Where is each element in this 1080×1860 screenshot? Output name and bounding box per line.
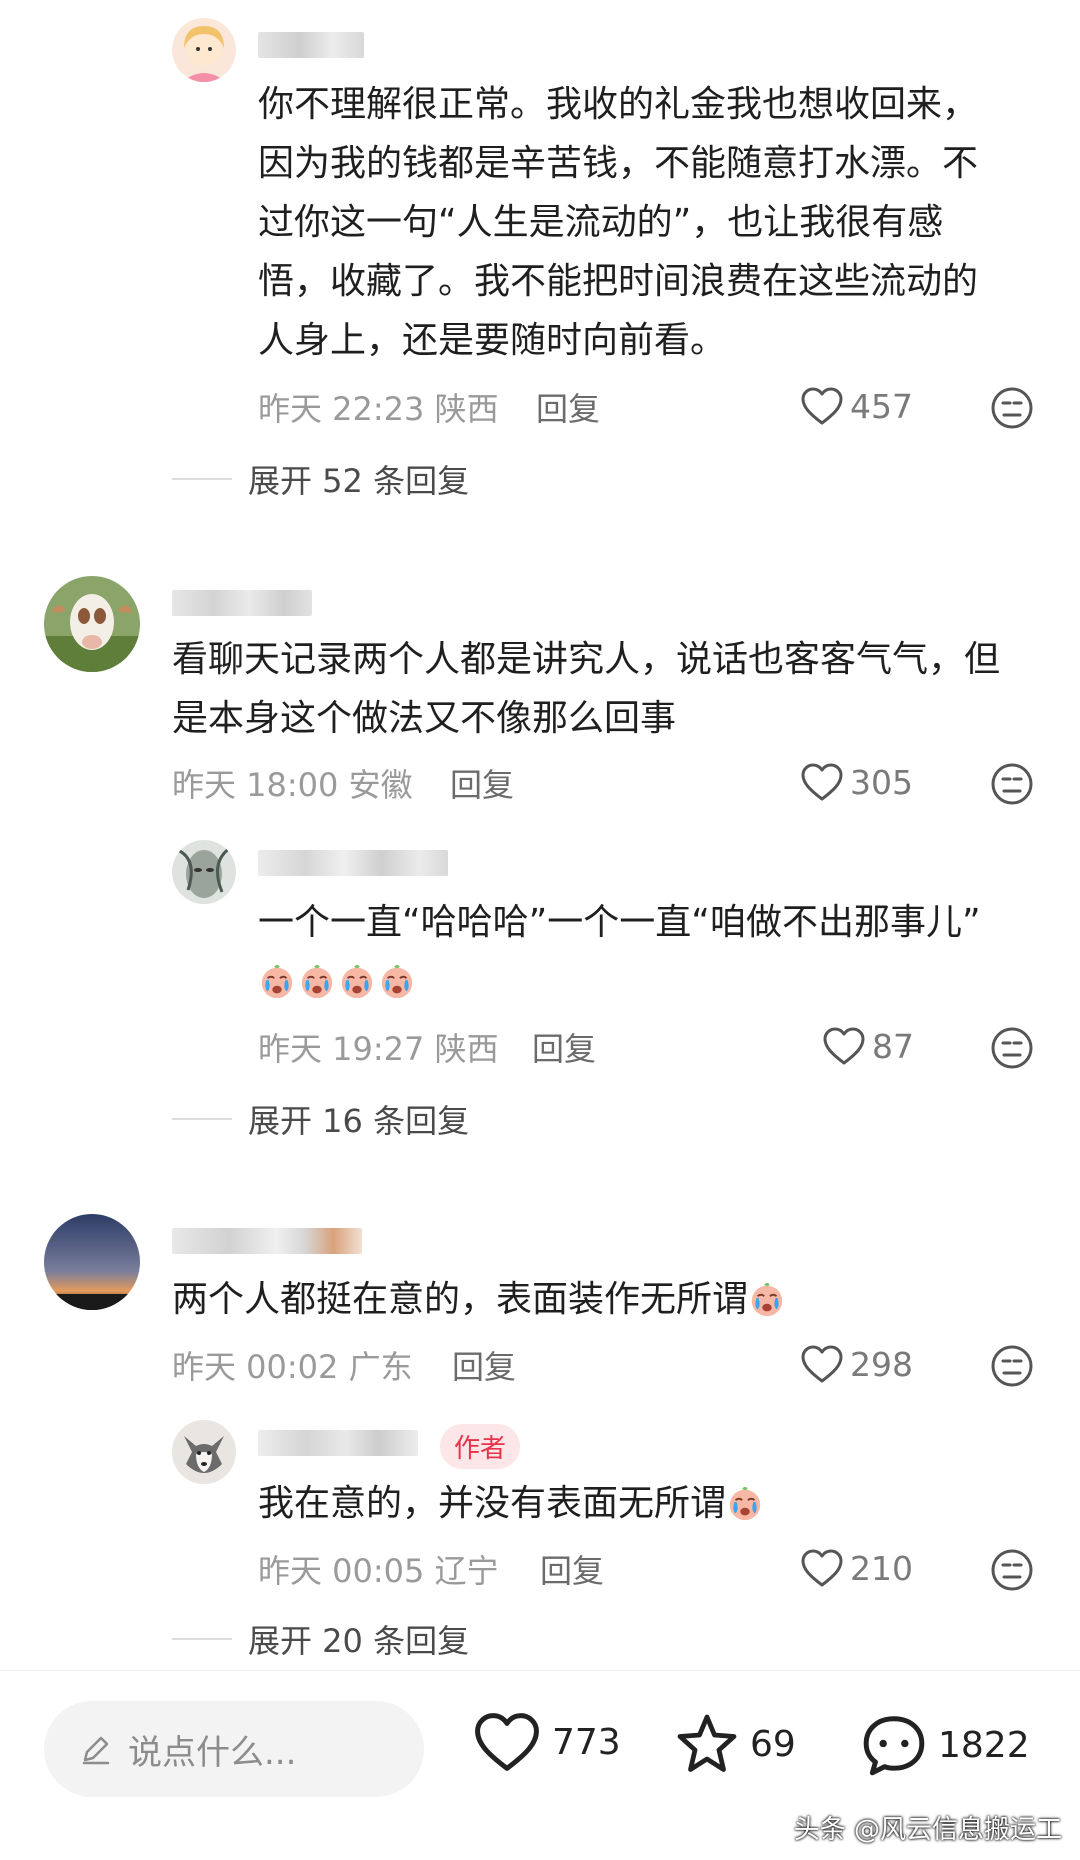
heart-outline-icon <box>800 1344 844 1384</box>
chat-bubble-icon <box>863 1716 925 1776</box>
like-button[interactable]: 298 <box>800 1344 913 1384</box>
neutral-face-icon[interactable] <box>990 1548 1034 1592</box>
divider-line <box>172 1638 232 1640</box>
crying-emoji-icon <box>378 962 416 1000</box>
username-blurred <box>172 1228 362 1254</box>
bottom-action-bar: 说点什么... 773 69 1822 头条 @风云信息搬运工 <box>0 1670 1080 1860</box>
comment-text-content: 我在意的，并没有表面无所谓 <box>258 1483 727 1524</box>
avatar[interactable] <box>172 840 236 904</box>
favorite-button[interactable]: 69 <box>674 1711 796 1777</box>
avatar[interactable] <box>44 1214 140 1310</box>
expand-replies-label: 展开 16 条回复 <box>248 1102 470 1140</box>
comment-text: 两个人都挺在意的，表面装作无所谓 <box>172 1270 1052 1329</box>
comment-time-location: 昨天 19:27 陕西 <box>258 1030 499 1068</box>
post-like-count: 773 <box>552 1721 621 1763</box>
crying-emoji-icon <box>726 1484 764 1522</box>
heart-outline-icon <box>822 1026 866 1066</box>
username-blurred <box>172 590 312 616</box>
heart-outline-icon <box>475 1713 539 1771</box>
like-count: 298 <box>850 1344 913 1384</box>
avatar[interactable] <box>172 18 236 82</box>
divider-line <box>172 1118 232 1120</box>
comment-time-location: 昨天 18:00 安徽 <box>172 766 413 804</box>
pencil-icon <box>82 1736 110 1765</box>
comment-time-location: 昨天 00:05 辽宁 <box>258 1552 499 1590</box>
expand-replies-button[interactable]: 展开 16 条回复 <box>172 1096 469 1142</box>
neutral-face-icon[interactable] <box>990 1026 1034 1070</box>
heart-outline-icon <box>800 762 844 802</box>
comment-count: 1822 <box>938 1724 1030 1766</box>
like-button[interactable]: 210 <box>800 1548 913 1588</box>
crying-emoji-icon <box>298 962 336 1000</box>
heart-outline-icon <box>800 1548 844 1588</box>
comment-input[interactable]: 说点什么... <box>44 1701 424 1797</box>
username-blurred <box>258 850 448 876</box>
post-like-button[interactable]: 773 <box>472 1711 621 1773</box>
reply-button[interactable]: 回复 <box>536 384 600 430</box>
comment-input-placeholder: 说点什么... <box>128 1732 297 1773</box>
crying-emoji-icon <box>748 1280 786 1318</box>
favorite-count: 69 <box>750 1723 796 1765</box>
neutral-face-icon[interactable] <box>990 1344 1034 1388</box>
emoji-row <box>258 952 1058 1011</box>
expand-replies-button[interactable]: 展开 52 条回复 <box>172 456 469 502</box>
like-count: 210 <box>850 1548 913 1588</box>
comments-button[interactable]: 1822 <box>860 1711 1030 1779</box>
heart-outline-icon <box>800 386 844 426</box>
like-button[interactable]: 305 <box>800 762 913 802</box>
divider-line <box>172 478 232 480</box>
like-count: 305 <box>850 762 913 802</box>
reply-button[interactable]: 回复 <box>540 1546 604 1592</box>
comment-text: 你不理解很正常。我收的礼金我也想收回来， 因为我的钱都是辛苦钱，不能随意打水漂。… <box>258 84 979 361</box>
like-button[interactable]: 457 <box>800 386 913 426</box>
reply-button[interactable]: 回复 <box>452 1342 516 1388</box>
author-badge: 作者 <box>440 1424 521 1469</box>
username-blurred <box>258 32 364 58</box>
neutral-face-icon[interactable] <box>990 762 1034 806</box>
comment-text: 看聊天记录两个人都是讲究人，说话也客客气气，但 是本身这个做法又不像那么回事 <box>172 639 1001 739</box>
like-count: 457 <box>850 386 913 426</box>
like-count: 87 <box>872 1026 914 1066</box>
star-icon <box>677 1714 737 1772</box>
username-blurred <box>258 1430 418 1456</box>
comment-text: 一个一直“哈哈哈”一个一直“咱做不出那事儿” <box>258 893 1058 1011</box>
comment-text: 我在意的，并没有表面无所谓 <box>258 1474 1058 1533</box>
expand-replies-button[interactable]: 展开 20 条回复 <box>172 1616 469 1662</box>
avatar[interactable] <box>44 576 140 672</box>
like-button[interactable]: 87 <box>822 1026 914 1066</box>
avatar[interactable] <box>172 1420 236 1484</box>
expand-replies-label: 展开 20 条回复 <box>248 1622 470 1660</box>
crying-emoji-icon <box>338 962 376 1000</box>
reply-button[interactable]: 回复 <box>532 1024 596 1070</box>
reply-button[interactable]: 回复 <box>450 760 514 806</box>
comment-time-location: 昨天 22:23 陕西 <box>258 390 499 428</box>
expand-replies-label: 展开 52 条回复 <box>248 462 470 500</box>
comment-text-content: 两个人都挺在意的，表面装作无所谓 <box>172 1279 749 1320</box>
neutral-face-icon[interactable] <box>990 386 1034 430</box>
comment-time-location: 昨天 00:02 广东 <box>172 1348 413 1386</box>
crying-emoji-icon <box>258 962 296 1000</box>
watermark: 头条 @风云信息搬运工 <box>793 1815 1062 1845</box>
